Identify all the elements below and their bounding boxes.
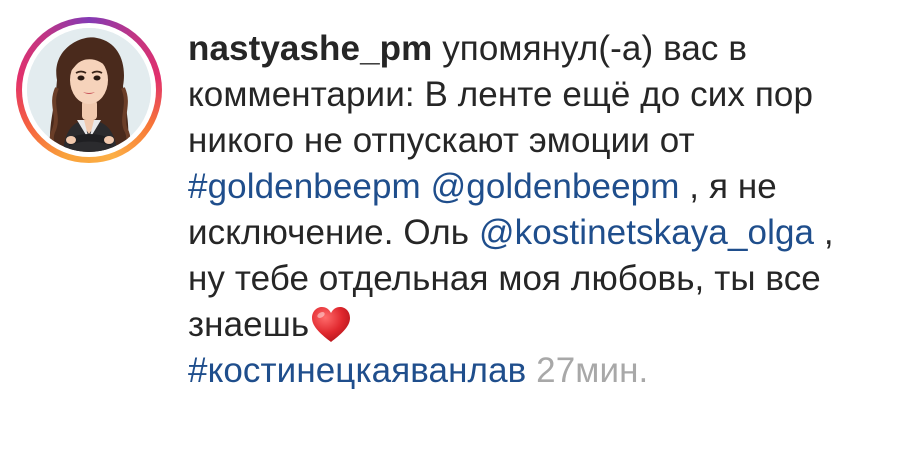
notification-text: nastyashe_pm упомянул(-а) вас в коммента… [188,26,878,394]
mention-notification[interactable]: nastyashe_pm упомянул(-а) вас в коммента… [0,0,898,451]
timestamp: 27мин. [536,351,649,390]
mention-goldenbeepm[interactable]: @goldenbeepm [431,167,680,206]
avatar-border [22,23,156,157]
avatar-illustration-icon [27,28,151,152]
hashtag-goldenbeepm[interactable]: #goldenbeepm [188,167,421,206]
avatar[interactable] [27,28,151,152]
mention-kostinetskaya-olga[interactable]: @kostinetskaya_olga [479,213,814,252]
red-heart-icon [312,307,351,342]
hashtag-kostinetskayavanlav[interactable]: #костинецкаяванлав [188,351,526,390]
story-ring[interactable] [16,17,162,163]
username-link[interactable]: nastyashe_pm [188,29,432,68]
